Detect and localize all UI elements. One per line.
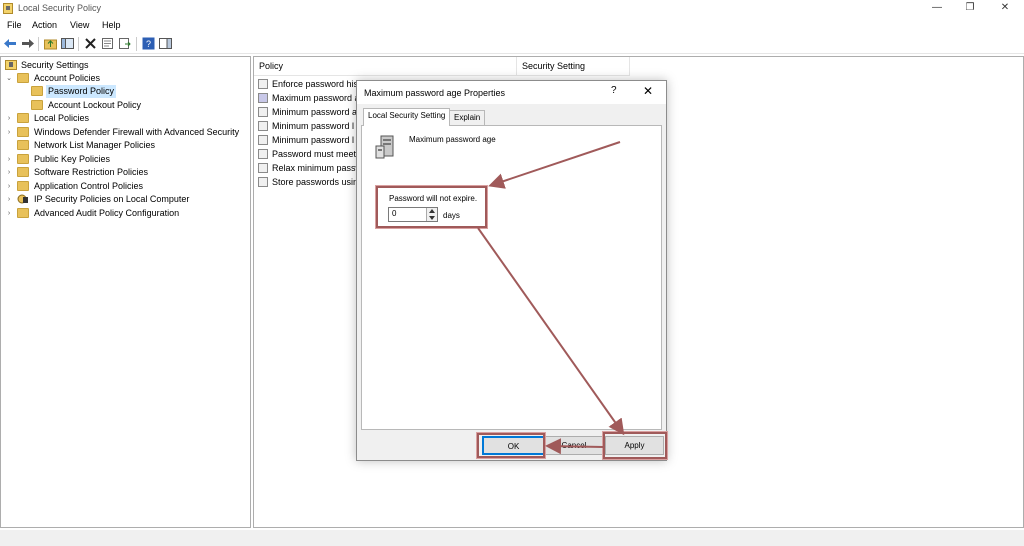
arrow-to-ok — [545, 438, 604, 455]
tab-local-security-setting[interactable]: Local Security Setting — [363, 108, 451, 126]
arrow-to-setting — [488, 141, 621, 189]
arrow-to-apply — [477, 227, 625, 436]
annotation-arrows — [477, 141, 625, 455]
